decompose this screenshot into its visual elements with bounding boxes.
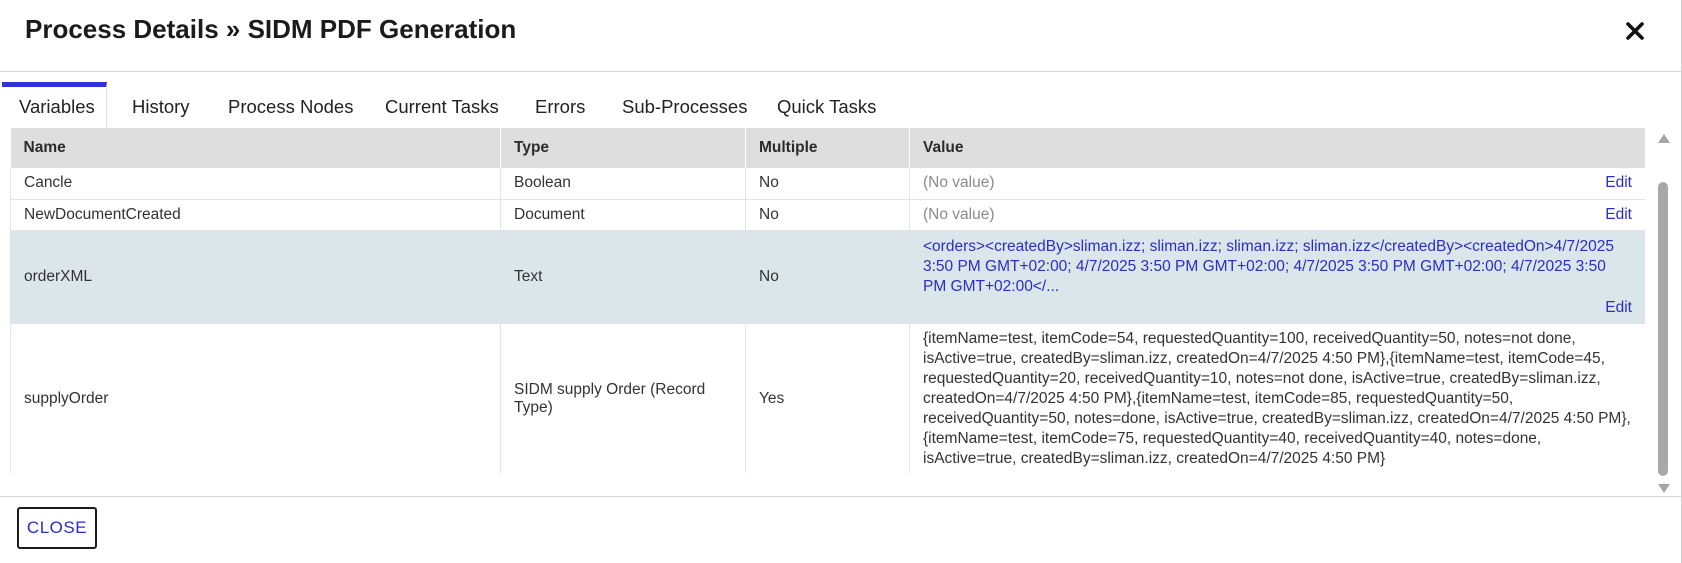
cell-value: {itemName=test, itemCode=54, requestedQu… (909, 323, 1645, 473)
cell-value: (No value) Edit (909, 199, 1645, 231)
cell-type: Text (500, 230, 746, 324)
scroll-up-arrow-icon[interactable] (1658, 134, 1670, 143)
dialog-header: Process Details » SIDM PDF Generation (0, 0, 1682, 72)
scroll-down-arrow-icon[interactable] (1658, 484, 1670, 493)
tab-quick-tasks[interactable]: Quick Tasks (777, 82, 876, 128)
table-header-row: Name Type Multiple Value (10, 128, 1645, 168)
edit-link[interactable]: Edit (1605, 299, 1632, 316)
variables-table: Name Type Multiple Value Cancle Boolean … (10, 128, 1645, 473)
close-icon[interactable] (1620, 16, 1650, 46)
cell-name: orderXML (10, 230, 501, 324)
edit-link[interactable]: Edit (1605, 174, 1632, 192)
tab-process-nodes[interactable]: Process Nodes (228, 82, 353, 128)
process-details-dialog: Process Details » SIDM PDF Generation Va… (0, 0, 1682, 563)
cell-type: SIDM supply Order (Record Type) (500, 323, 746, 473)
cell-value: <orders><createdBy>sliman.izz; sliman.iz… (909, 230, 1645, 324)
tab-variables[interactable]: Variables (2, 82, 107, 128)
column-header-multiple[interactable]: Multiple (745, 128, 910, 168)
tab-bar: Variables History Process Nodes Current … (0, 82, 1660, 128)
cell-value: (No value) Edit (909, 168, 1645, 200)
cell-name: Cancle (10, 168, 501, 200)
edit-link[interactable]: Edit (1605, 206, 1632, 224)
table-row[interactable]: NewDocumentCreated Document No (No value… (10, 199, 1645, 231)
no-value-text: (No value) (923, 174, 995, 192)
scrollbar-thumb[interactable] (1658, 182, 1668, 476)
cell-multiple: No (745, 230, 910, 324)
tab-history[interactable]: History (132, 82, 190, 128)
dialog-footer: CLOSE (0, 496, 1682, 563)
tab-sub-processes[interactable]: Sub-Processes (622, 82, 747, 128)
table-row[interactable]: Cancle Boolean No (No value) Edit (10, 168, 1645, 200)
column-header-name[interactable]: Name (10, 128, 501, 168)
no-value-text: (No value) (923, 205, 995, 223)
value-text: {itemName=test, itemCode=54, requestedQu… (923, 329, 1631, 467)
table-row[interactable]: orderXML Text No <orders><createdBy>slim… (10, 230, 1645, 324)
cell-name: supplyOrder (10, 323, 501, 473)
cell-multiple: Yes (745, 323, 910, 473)
cell-type: Boolean (500, 168, 746, 200)
vertical-scrollbar[interactable] (1655, 130, 1671, 497)
dialog-title: Process Details » SIDM PDF Generation (25, 14, 517, 44)
column-header-type[interactable]: Type (500, 128, 746, 168)
close-button[interactable]: CLOSE (17, 507, 97, 549)
value-link[interactable]: <orders><createdBy>sliman.izz; sliman.iz… (923, 237, 1632, 297)
cell-name: NewDocumentCreated (10, 199, 501, 231)
table-row[interactable]: supplyOrder SIDM supply Order (Record Ty… (10, 323, 1645, 473)
tab-errors[interactable]: Errors (535, 82, 585, 128)
variables-table-container: Name Type Multiple Value Cancle Boolean … (10, 128, 1645, 473)
column-header-value[interactable]: Value (909, 128, 1645, 168)
cell-type: Document (500, 199, 746, 231)
cell-multiple: No (745, 199, 910, 231)
tab-current-tasks[interactable]: Current Tasks (385, 82, 499, 128)
cell-multiple: No (745, 168, 910, 200)
